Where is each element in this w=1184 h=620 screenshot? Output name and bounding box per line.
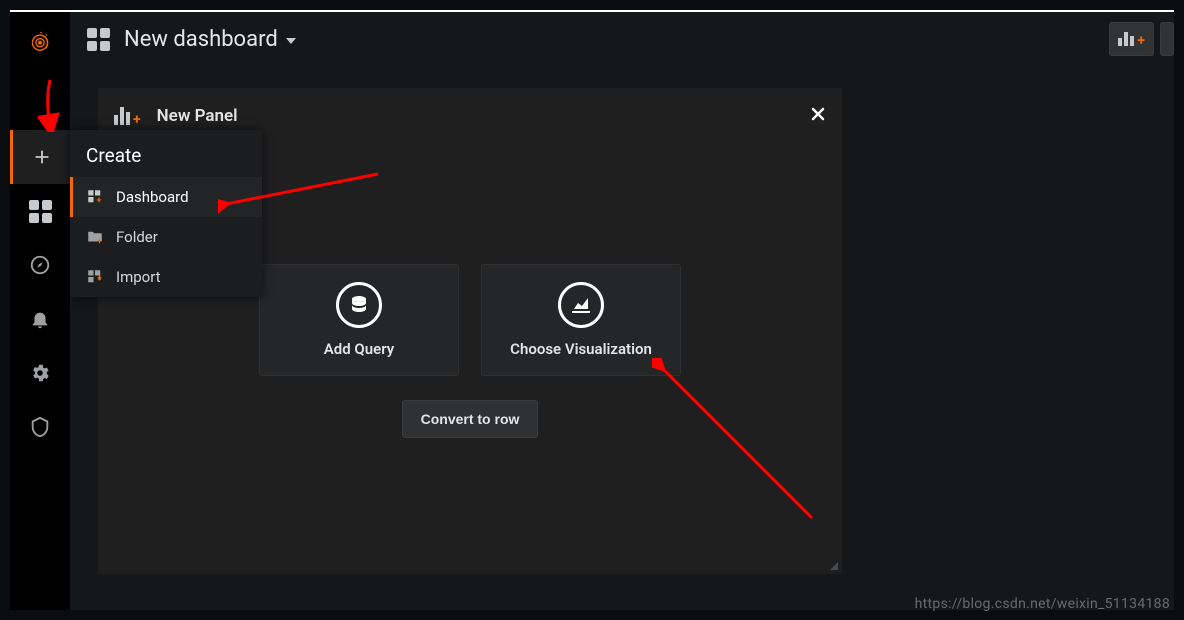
svg-text:+: + [97, 196, 102, 206]
nav-create[interactable] [10, 130, 70, 184]
flyout-item-import[interactable]: Import [70, 257, 262, 297]
folder-plus-icon: + [86, 228, 104, 246]
dashboard-icon[interactable] [86, 27, 110, 51]
choose-visualization-button[interactable]: Choose Visualization [481, 264, 681, 376]
convert-to-row-button[interactable]: Convert to row [402, 400, 539, 438]
watermark: https://blog.csdn.net/weixin_51134188 [915, 596, 1170, 612]
choice-row: Add Query Choose Visualization [259, 264, 681, 376]
close-icon[interactable] [808, 102, 828, 130]
panel-bars-plus-icon: + [114, 107, 141, 125]
add-query-label: Add Query [324, 340, 394, 358]
dashboard-title: New dashboard [124, 27, 278, 52]
resize-handle[interactable] [828, 560, 838, 570]
import-icon [86, 268, 104, 286]
flyout-import-label: Import [116, 268, 161, 286]
svg-text:+: + [97, 237, 102, 246]
add-query-button[interactable]: Add Query [259, 264, 459, 376]
annotation-arrow-1 [38, 78, 62, 132]
toolbar-more[interactable] [1160, 22, 1174, 56]
toolbar: + [1109, 12, 1174, 56]
nav-settings[interactable] [10, 346, 70, 400]
flyout-dashboard-label: Dashboard [116, 188, 189, 206]
dashboard-plus-icon: + [86, 188, 104, 206]
dashboard-header: New dashboard + [70, 12, 1174, 66]
choose-viz-label: Choose Visualization [510, 340, 652, 358]
nav-alerts[interactable] [10, 292, 70, 346]
annotation-arrow-2 [218, 168, 388, 218]
annotation-arrow-3 [652, 358, 822, 528]
flyout-folder-label: Folder [116, 228, 158, 246]
database-icon [336, 282, 382, 328]
grafana-logo[interactable] [10, 12, 70, 72]
chart-icon [558, 282, 604, 328]
chevron-down-icon [286, 38, 296, 44]
nav-server-admin[interactable] [10, 400, 70, 454]
dashboard-title-dropdown[interactable]: New dashboard [124, 27, 296, 52]
convert-label: Convert to row [421, 411, 520, 427]
panel-title: New Panel [157, 106, 238, 126]
nav-explore[interactable] [10, 238, 70, 292]
main: New dashboard + + [70, 12, 1174, 610]
flyout-item-folder[interactable]: + Folder [70, 217, 262, 257]
bars-plus-icon: + [1118, 32, 1145, 46]
add-panel-button[interactable]: + [1109, 22, 1154, 56]
grid-icon [29, 200, 52, 223]
nav-dashboards[interactable] [10, 184, 70, 238]
grid-icon [87, 28, 110, 51]
